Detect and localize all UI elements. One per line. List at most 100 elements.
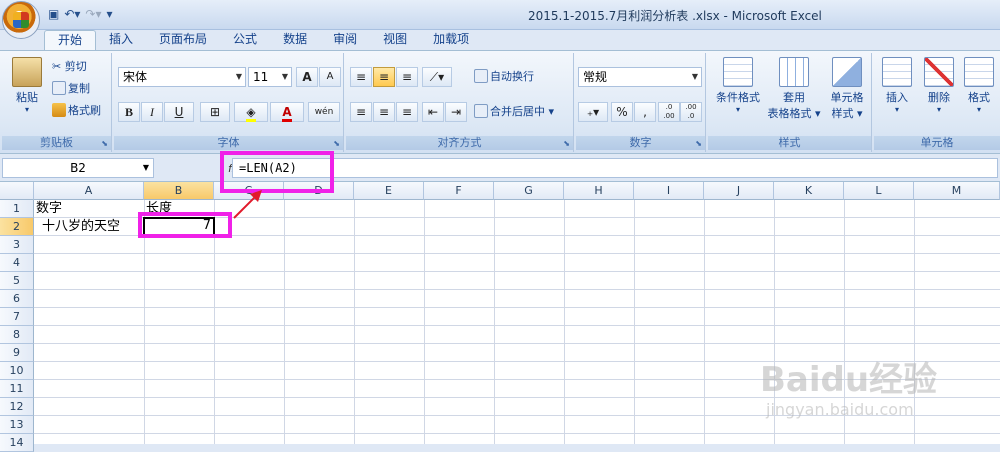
save-icon[interactable]: ▣ [48, 7, 59, 21]
row-header-11[interactable]: 11 [0, 380, 34, 398]
column-header-j[interactable]: J [704, 182, 774, 200]
cell-styles-button[interactable]: 单元格 样式 ▾ [824, 57, 870, 121]
font-name-select[interactable]: 宋体 ▼ [118, 67, 246, 87]
office-button[interactable] [2, 1, 40, 39]
currency-button[interactable]: ₊▾ [578, 102, 608, 122]
column-header-e[interactable]: E [354, 182, 424, 200]
row-header-14[interactable]: 14 [0, 434, 34, 452]
underline-button[interactable]: U [164, 102, 194, 122]
align-bottom-button[interactable]: ≡ [396, 67, 418, 87]
format-as-table-button[interactable]: 套用 表格格式 ▾ [766, 57, 822, 121]
tab-insert[interactable]: 插入 [96, 30, 146, 50]
row-header-5[interactable]: 5 [0, 272, 34, 290]
insert-cells-button[interactable]: 插入 ▾ [878, 57, 916, 114]
formula-input[interactable]: =LEN(A2) [232, 158, 998, 178]
decrease-decimal-button[interactable]: .00 .0 [680, 102, 702, 122]
column-header-f[interactable]: F [424, 182, 494, 200]
select-all-corner[interactable] [0, 182, 34, 200]
orientation-button[interactable]: ⟋▾ [422, 67, 452, 87]
tab-review[interactable]: 审阅 [320, 30, 370, 50]
tab-view[interactable]: 视图 [370, 30, 420, 50]
tab-add-ins[interactable]: 加载项 [420, 30, 482, 50]
conditional-formatting-button[interactable]: 条件格式 ▾ [712, 57, 764, 114]
styles-group: 条件格式 ▾ 套用 表格格式 ▾ 单元格 样式 ▾ 样式 [708, 53, 872, 152]
tab-formulas[interactable]: 公式 [220, 30, 270, 50]
row-header-1[interactable]: 1 [0, 200, 34, 218]
align-right-button[interactable]: ≡ [396, 102, 418, 122]
shrink-font-button[interactable]: A [319, 67, 341, 87]
tab-page-layout[interactable]: 页面布局 [146, 30, 220, 50]
formula-bar-handle[interactable] [158, 158, 228, 178]
number-group-label: 数字 [576, 136, 705, 150]
paste-button[interactable]: 粘贴 ▾ [8, 57, 46, 114]
row-header-10[interactable]: 10 [0, 362, 34, 380]
fill-color-button[interactable]: ◈ [234, 102, 268, 122]
row-header-7[interactable]: 7 [0, 308, 34, 326]
decrease-indent-button[interactable]: ⇤ [422, 102, 444, 122]
row-header-9[interactable]: 9 [0, 344, 34, 362]
phonetic-guide-button[interactable]: wén [308, 102, 340, 122]
dialog-launcher-icon[interactable]: ⬊ [101, 139, 108, 148]
currency-icon: ₊▾ [586, 105, 600, 119]
row-header-12[interactable]: 12 [0, 398, 34, 416]
percent-button[interactable]: % [611, 102, 633, 122]
column-header-b[interactable]: B [144, 182, 214, 200]
paint-bucket-icon: ◈ [246, 105, 256, 122]
column-header-k[interactable]: K [774, 182, 844, 200]
format-cells-icon [964, 57, 994, 87]
column-header-m[interactable]: M [914, 182, 1000, 200]
tab-home[interactable]: 开始 [44, 30, 97, 50]
increase-decimal-button[interactable]: .0 .00 [658, 102, 680, 122]
number-format-select[interactable]: 常规 ▼ [578, 67, 702, 87]
column-header-g[interactable]: G [494, 182, 564, 200]
tab-data[interactable]: 数据 [270, 30, 320, 50]
increase-indent-button[interactable]: ⇥ [445, 102, 467, 122]
gridline [34, 307, 1000, 308]
cell-a1[interactable]: 数字 [34, 200, 144, 218]
comma-button[interactable]: , [634, 102, 656, 122]
row-header-8[interactable]: 8 [0, 326, 34, 344]
font-size-select[interactable]: 11 ▼ [248, 67, 292, 87]
font-color-button[interactable]: A [270, 102, 304, 122]
italic-button[interactable]: I [141, 102, 163, 122]
gridline [424, 200, 425, 444]
dialog-launcher-icon[interactable]: ⬊ [333, 139, 340, 148]
format-cells-button[interactable]: 格式 ▾ [962, 57, 996, 114]
customize-icon[interactable]: ▾ [107, 7, 113, 21]
clipboard-group-label: 剪贴板 [2, 136, 111, 150]
align-top-button[interactable]: ≡ [350, 67, 372, 87]
column-header-a[interactable]: A [34, 182, 144, 200]
wrap-text-button[interactable]: 自动换行 [474, 67, 534, 87]
bold-button[interactable]: B [118, 102, 140, 122]
undo-icon[interactable]: ↶▾ [64, 7, 80, 21]
align-left-button[interactable]: ≡ [350, 102, 372, 122]
cell-a2[interactable]: 十八岁的天空 [34, 218, 144, 236]
row-header-2[interactable]: 2 [0, 218, 34, 236]
title-bar: ▣ ↶▾ ↷▾ ▾ 2015.1-2015.7月利润分析表 .xlsx - Mi… [0, 0, 1000, 30]
quick-access-toolbar: ▣ ↶▾ ↷▾ ▾ [48, 5, 113, 23]
redo-icon[interactable]: ↷▾ [85, 7, 101, 21]
brush-icon [52, 103, 66, 117]
cut-button[interactable]: ✂ 剪切 [52, 57, 87, 77]
column-header-i[interactable]: I [634, 182, 704, 200]
column-header-h[interactable]: H [564, 182, 634, 200]
merge-center-button[interactable]: 合并后居中 ▾ [474, 102, 554, 122]
copy-button[interactable]: 复制 [52, 79, 90, 99]
format-painter-button[interactable]: 格式刷 [52, 101, 101, 121]
column-header-l[interactable]: L [844, 182, 914, 200]
dialog-launcher-icon[interactable]: ⬊ [563, 139, 570, 148]
dialog-launcher-icon[interactable]: ⬊ [695, 139, 702, 148]
borders-button[interactable]: ⊞ [200, 102, 230, 122]
row-header-4[interactable]: 4 [0, 254, 34, 272]
row-header-6[interactable]: 6 [0, 290, 34, 308]
name-box[interactable]: B2 ▼ [2, 158, 154, 178]
delete-cells-icon [924, 57, 954, 87]
delete-cells-button[interactable]: 删除 ▾ [920, 57, 958, 114]
row-header-13[interactable]: 13 [0, 416, 34, 434]
align-middle-button[interactable]: ≡ [373, 67, 395, 87]
row-header-3[interactable]: 3 [0, 236, 34, 254]
align-center-button[interactable]: ≡ [373, 102, 395, 122]
grow-font-button[interactable]: A [296, 67, 318, 87]
insert-cells-icon [882, 57, 912, 87]
border-icon: ⊞ [209, 105, 221, 119]
